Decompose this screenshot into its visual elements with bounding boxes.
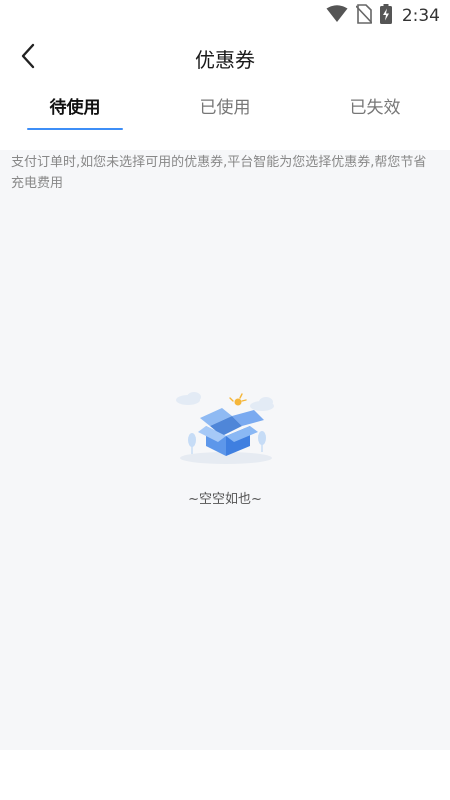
coupon-notice: 支付订单时,如您未选择可用的优惠券,平台智能为您选择优惠券,帮您节省充电费用 — [11, 155, 427, 191]
empty-box-icon — [170, 388, 282, 468]
coupon-tabs: 待使用 已使用 已失效 — [0, 84, 450, 132]
coupon-list-area[interactable]: 支付订单时,如您未选择可用的优惠券,平台智能为您选择优惠券,帮您节省充电费用 ~… — [0, 150, 450, 750]
tab-label: 已失效 — [349, 98, 401, 118]
tab-used[interactable]: 已使用 — [150, 84, 300, 132]
no-sim-icon — [355, 4, 373, 28]
tab-label: 待使用 — [49, 98, 101, 118]
tab-expired[interactable]: 已失效 — [300, 84, 450, 132]
page-title: 优惠券 — [195, 48, 255, 72]
tab-unused[interactable]: 待使用 — [0, 84, 150, 132]
bottom-area — [0, 750, 450, 800]
active-tab-indicator — [27, 128, 123, 130]
battery-charging-icon — [379, 4, 392, 28]
wifi-icon — [326, 5, 348, 27]
empty-state-text: ~空空如也~ — [188, 492, 262, 507]
header: 优惠券 — [0, 32, 450, 84]
status-icons: 2:34 — [326, 4, 440, 28]
tab-label: 已使用 — [199, 98, 251, 118]
status-bar: 2:34 — [0, 0, 450, 32]
status-time: 2:34 — [401, 6, 440, 26]
